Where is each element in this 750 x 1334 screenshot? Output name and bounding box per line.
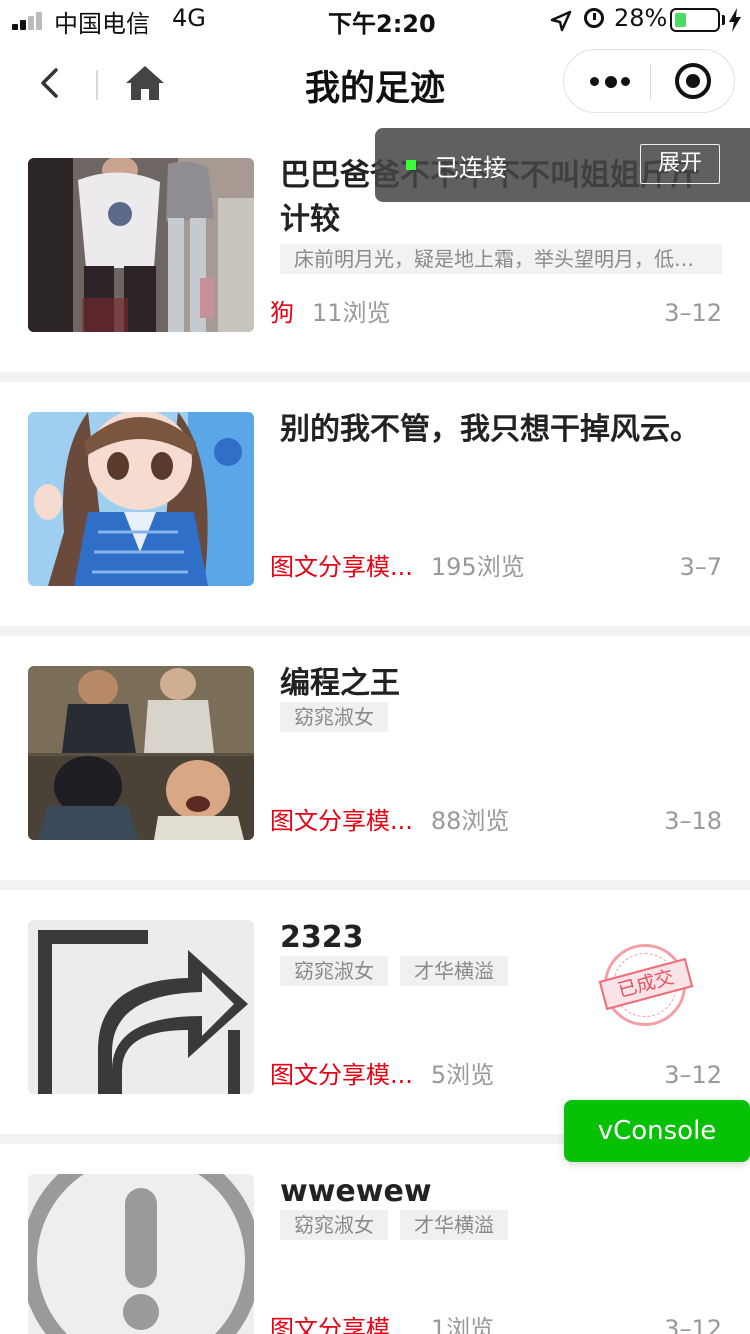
menu-capsule [563, 49, 735, 113]
list-item[interactable]: 编程之王 窈窕淑女 图文分享模... 88浏览 3–18 [0, 636, 750, 880]
item-thumbnail [28, 158, 254, 332]
item-excerpt: 床前明月光，疑是地上霜，举头望明月，低头思. [280, 244, 722, 274]
nav-bar: 我的足迹 [0, 40, 750, 128]
item-thumbnail [28, 666, 254, 840]
battery-level [675, 13, 686, 27]
debug-connection-panel: 已连接 展开 [375, 128, 750, 202]
charging-icon [729, 8, 741, 32]
close-icon[interactable] [675, 63, 711, 99]
capsule-divider [650, 64, 651, 100]
item-category[interactable]: 图文分享模... [270, 550, 413, 584]
item-category[interactable]: 狗 [270, 296, 294, 330]
list-item[interactable]: wwewew 窈窕淑女 才华横溢 图文分享模... 1浏览 3–12 [0, 1144, 750, 1334]
sold-stamp: 已成交 [598, 944, 694, 1026]
share-icon [28, 920, 254, 1094]
item-date: 3–12 [664, 1315, 722, 1334]
item-tag: 才华横溢 [400, 956, 508, 986]
item-views: 5浏览 [430, 1061, 495, 1089]
list-item[interactable]: 2323 窈窕淑女 才华横溢 已成交 图文分享模... 5浏览 3–12 [0, 890, 750, 1134]
item-views: 1浏览 [430, 1315, 495, 1334]
network-type: 4G [172, 4, 206, 32]
item-tag: 才华横溢 [400, 1210, 508, 1240]
signal-icon [12, 12, 46, 30]
expand-button[interactable]: 展开 [640, 144, 720, 184]
item-thumbnail [28, 1174, 254, 1334]
item-title: 编程之王 [280, 666, 400, 701]
divider [0, 626, 750, 636]
item-thumbnail [28, 412, 254, 586]
status-bar: 中国电信 4G 下午2:20 28% [0, 0, 750, 40]
item-category[interactable]: 图文分享模... [270, 1058, 413, 1092]
connection-status: 已连接 [435, 154, 507, 182]
connection-status-dot [406, 160, 416, 170]
item-tag: 窈窕淑女 [280, 1210, 388, 1240]
item-tags: 窈窕淑女 才华横溢 [280, 1210, 520, 1240]
item-tags: 窈窕淑女 [280, 702, 400, 732]
vconsole-button[interactable]: vConsole [564, 1100, 750, 1162]
item-tag: 窈窕淑女 [280, 702, 388, 732]
alarm-icon [584, 8, 604, 28]
item-thumbnail [28, 920, 254, 1094]
item-meta: 狗 11浏览 [270, 296, 391, 330]
item-tag: 窈窕淑女 [280, 956, 388, 986]
divider [0, 372, 750, 382]
item-views: 195浏览 [430, 553, 525, 581]
item-views: 88浏览 [430, 807, 510, 835]
carrier-name: 中国电信 [54, 10, 150, 38]
location-icon [550, 10, 572, 32]
item-category[interactable]: 图文分享模... [270, 1312, 413, 1334]
divider [0, 880, 750, 890]
battery-icon [670, 8, 720, 32]
item-date: 3–18 [664, 807, 722, 835]
item-category[interactable]: 图文分享模... [270, 804, 413, 838]
battery-tip [722, 15, 725, 25]
item-date: 3–12 [664, 1061, 722, 1089]
item-views: 11浏览 [312, 299, 391, 327]
item-date: 3–12 [664, 299, 722, 327]
item-date: 3–7 [679, 553, 722, 581]
item-meta: 图文分享模... 5浏览 [270, 1058, 494, 1092]
item-meta: 图文分享模... 1浏览 [270, 1312, 494, 1334]
item-meta: 图文分享模... 195浏览 [270, 550, 525, 584]
status-time: 下午2:20 [328, 10, 436, 38]
warning-icon [28, 1174, 254, 1334]
battery-percent: 28% [614, 4, 668, 32]
item-tags: 窈窕淑女 才华横溢 [280, 956, 520, 986]
item-title: 别的我不管，我只想干掉风云。 [280, 412, 700, 447]
item-title: wwewew [280, 1174, 432, 1209]
list-item[interactable]: 别的我不管，我只想干掉风云。 图文分享模... 195浏览 3–7 [0, 382, 750, 626]
item-meta: 图文分享模... 88浏览 [270, 804, 509, 838]
